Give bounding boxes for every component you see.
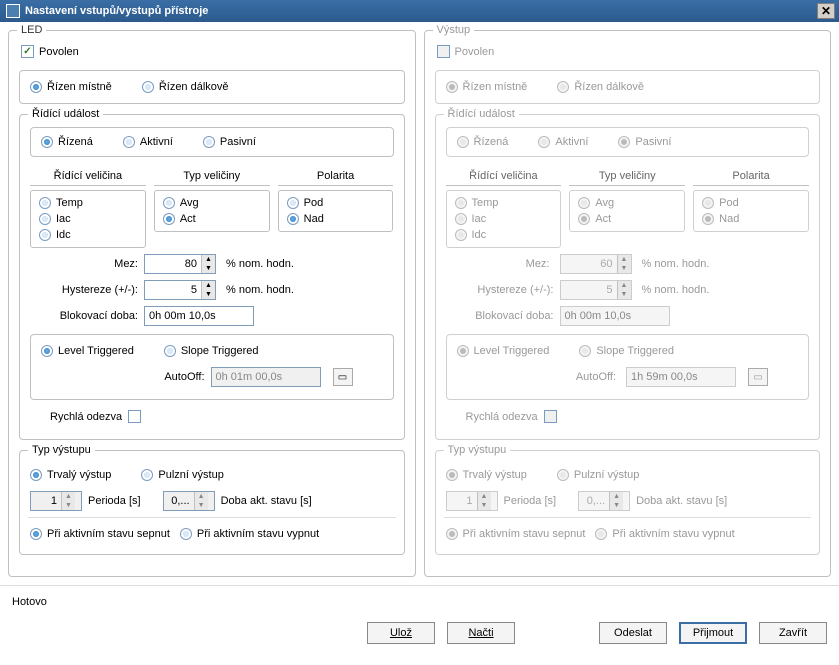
led-pol-pod-radio[interactable]: Pod xyxy=(287,197,385,209)
led-out-perm-radio[interactable]: Trvalý výstup xyxy=(30,469,111,481)
led-col-polarity: Polarita xyxy=(278,167,394,186)
out-fast-checkbox xyxy=(544,410,557,423)
window-title: Nastavení vstupů/vystupů přístroje xyxy=(25,5,208,17)
led-on-active-on-radio[interactable]: Při aktivním stavu sepnut xyxy=(30,528,170,540)
led-col-type: Typ veličiny xyxy=(154,167,270,186)
led-autooff-clear-button[interactable]: ▭ xyxy=(333,368,353,386)
out-mode-active-radio: Aktivní xyxy=(538,136,588,148)
led-qty-iac-radio[interactable]: Iac xyxy=(39,213,137,225)
out-col-polarity: Polarita xyxy=(693,167,809,186)
footer: Hotovo Ulož Načti Odeslat Přijmout Zavří… xyxy=(0,585,839,665)
out-autooff-input: 1h 59m 00,0s xyxy=(626,367,736,387)
led-qty-idc-radio[interactable]: Idc xyxy=(39,229,137,241)
out-outtype-title: Typ výstupu xyxy=(444,444,511,456)
led-fast-checkbox[interactable] xyxy=(128,410,141,423)
out-block-label: Blokovací doba: xyxy=(446,310,554,322)
led-mode-active-radio[interactable]: Aktivní xyxy=(123,136,173,148)
led-on-active-off-radio[interactable]: Při aktivním stavu vypnut xyxy=(180,528,319,540)
led-qty-temp-radio[interactable]: Temp xyxy=(39,197,137,209)
out-qty-temp-radio: Temp xyxy=(455,197,553,209)
out-qty-idc-radio: Idc xyxy=(455,229,553,241)
led-control-local-radio[interactable]: Řízen místně xyxy=(30,81,112,93)
out-on-active-off-radio: Při aktivním stavu vypnut xyxy=(595,528,734,540)
out-mez-spinbox: ▲▼ xyxy=(560,254,632,274)
led-col-quantity: Řídící veličina xyxy=(30,167,146,186)
out-active-spinbox: ▲▼ xyxy=(578,491,630,511)
out-trig-slope-radio: Slope Triggered xyxy=(579,345,674,357)
led-mez-input[interactable] xyxy=(145,255,201,273)
window-close-button[interactable]: ✕ xyxy=(817,3,835,19)
led-outtype-title: Typ výstupu xyxy=(28,444,95,456)
out-out-pulse-radio: Pulzní výstup xyxy=(557,469,639,481)
led-hyst-spinbox[interactable]: ▲▼ xyxy=(144,280,216,300)
led-type-act-radio[interactable]: Act xyxy=(163,213,261,225)
led-mez-spinbox[interactable]: ▲▼ xyxy=(144,254,216,274)
out-type-act-radio: Act xyxy=(578,213,676,225)
led-active-spinbox: ▲▼ xyxy=(163,491,215,511)
send-button[interactable]: Odeslat xyxy=(599,622,667,644)
status-text: Hotovo xyxy=(12,596,827,608)
save-button[interactable]: Ulož xyxy=(367,622,435,644)
out-autooff-clear-button: ▭ xyxy=(748,368,768,386)
out-col-quantity: Řídící veličina xyxy=(446,167,562,186)
led-fast-label: Rychlá odezva xyxy=(50,411,122,423)
led-type-avg-radio[interactable]: Avg xyxy=(163,197,261,209)
out-enabled-label: Povolen xyxy=(455,46,495,58)
out-trig-level-radio: Level Triggered xyxy=(457,345,550,357)
out-control-local-radio: Řízen místně xyxy=(446,81,528,93)
out-mode-passive-radio: Pasivní xyxy=(618,136,671,148)
out-hyst-label: Hystereze (+/-): xyxy=(446,284,554,296)
out-autooff-label: AutoOff: xyxy=(572,369,620,385)
led-hyst-label: Hystereze (+/-): xyxy=(30,284,138,296)
app-icon xyxy=(6,4,20,18)
led-autooff-input: 0h 01m 00,0s xyxy=(211,367,321,387)
out-block-input: 0h 00m 10,0s xyxy=(560,306,670,326)
led-mode-passive-radio[interactable]: Pasivní xyxy=(203,136,256,148)
panel-output-title: Výstup xyxy=(433,24,475,36)
led-enabled-label: Povolen xyxy=(39,46,79,58)
led-hyst-input[interactable] xyxy=(145,281,201,299)
close-button[interactable]: Zavřít xyxy=(759,622,827,644)
out-pol-nad-radio: Nad xyxy=(702,213,800,225)
out-mode-driven-radio: Řízená xyxy=(457,136,509,148)
out-event-group-title: Řídící událost xyxy=(444,108,519,120)
led-period-spinbox: ▲▼ xyxy=(30,491,82,511)
out-col-type: Typ veličiny xyxy=(569,167,685,186)
led-out-pulse-radio[interactable]: Pulzní výstup xyxy=(141,469,223,481)
out-control-remote-radio: Řízen dálkově xyxy=(557,81,644,93)
led-trig-level-radio[interactable]: Level Triggered xyxy=(41,345,134,357)
out-enabled-checkbox[interactable] xyxy=(437,45,450,58)
led-trig-slope-radio[interactable]: Slope Triggered xyxy=(164,345,259,357)
load-button[interactable]: Načti xyxy=(447,622,515,644)
led-block-label: Blokovací doba: xyxy=(30,310,138,322)
accept-button[interactable]: Přijmout xyxy=(679,622,747,644)
led-autooff-label: AutoOff: xyxy=(164,371,204,383)
led-enabled-checkbox[interactable] xyxy=(21,45,34,58)
out-fast-label: Rychlá odezva xyxy=(466,411,538,423)
out-out-perm-radio: Trvalý výstup xyxy=(446,469,527,481)
out-period-spinbox: ▲▼ xyxy=(446,491,498,511)
led-mode-driven-radio[interactable]: Řízená xyxy=(41,136,93,148)
panel-led-title: LED xyxy=(17,24,46,36)
out-pol-pod-radio: Pod xyxy=(702,197,800,209)
titlebar: Nastavení vstupů/vystupů přístroje ✕ xyxy=(0,0,839,22)
out-hyst-spinbox: ▲▼ xyxy=(560,280,632,300)
out-type-avg-radio: Avg xyxy=(578,197,676,209)
led-control-remote-radio[interactable]: Řízen dálkově xyxy=(142,81,229,93)
panel-output: Výstup Povolen Řízen místně Řízen dálkov… xyxy=(424,30,832,577)
led-mez-label: Mez: xyxy=(30,258,138,270)
out-on-active-on-radio: Při aktivním stavu sepnut xyxy=(446,528,586,540)
led-event-group-title: Řídící událost xyxy=(28,108,103,120)
led-pol-nad-radio[interactable]: Nad xyxy=(287,213,385,225)
panel-led: LED Povolen Řízen místně Řízen dálkově Ř… xyxy=(8,30,416,577)
led-block-input[interactable]: 0h 00m 10,0s xyxy=(144,306,254,326)
out-qty-iac-radio: Iac xyxy=(455,213,553,225)
out-mez-label: Mez: xyxy=(446,256,554,272)
